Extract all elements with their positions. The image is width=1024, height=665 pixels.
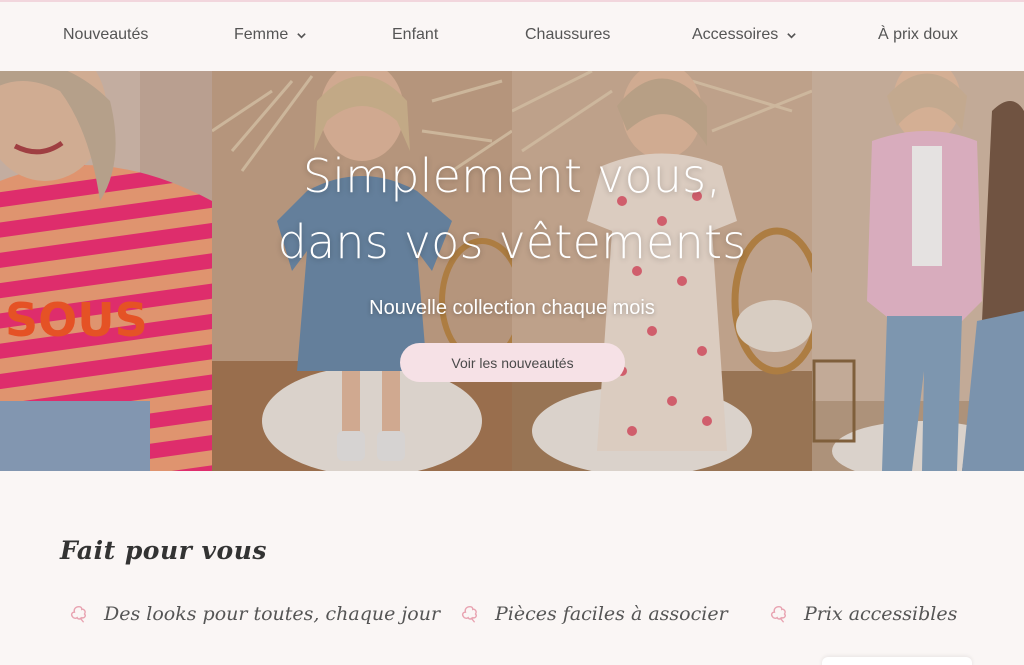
cotton-flower-icon [461, 605, 477, 623]
hero-title-line-2: dans vos vêtements [277, 215, 747, 269]
nav-item-prix-doux[interactable]: À prix doux [878, 26, 958, 44]
nav-item-femme[interactable]: Femme [234, 26, 307, 44]
nav-item-enfant[interactable]: Enfant [392, 26, 438, 44]
chevron-down-icon [297, 32, 306, 39]
nav-item-label: Enfant [392, 26, 439, 43]
features-title: Fait pour vous [60, 536, 267, 565]
feature-item-prix: Prix accessibles [768, 603, 957, 625]
nav-item-label: Nouveautés [63, 26, 149, 43]
nav-item-label: Accessoires [692, 26, 779, 43]
main-navigation: Nouveautés Femme Enfant Chaussures Acces… [0, 2, 1024, 71]
nav-item-nouveautes[interactable]: Nouveautés [63, 26, 148, 44]
feature-label: Pièces faciles à associer [495, 603, 728, 625]
cotton-flower-icon [70, 605, 86, 623]
new-arrivals-button[interactable]: Voir les nouveautés [400, 343, 625, 382]
feature-item-looks: Des looks pour toutes, chaque jour [68, 603, 440, 625]
nav-item-label: Chaussures [525, 26, 611, 43]
feature-label: Prix accessibles [804, 603, 958, 625]
chat-widget-tab[interactable] [822, 657, 972, 665]
nav-item-label: Femme [234, 26, 289, 43]
hero-banner: SOUS Simplement vous, dans vos vêtements… [0, 71, 1024, 471]
nav-item-chaussures[interactable]: Chaussures [525, 26, 610, 44]
chevron-down-icon [787, 32, 797, 39]
nav-item-accessoires[interactable]: Accessoires [692, 26, 797, 44]
feature-label: Des looks pour toutes, chaque jour [104, 603, 441, 625]
cotton-flower-icon [770, 605, 786, 623]
feature-item-pieces: Pièces faciles à associer [459, 603, 728, 625]
hero-title: Simplement vous, dans vos vêtements [0, 143, 1024, 275]
hero-title-line-1: Simplement vous, [302, 149, 722, 203]
nav-item-label: À prix doux [878, 26, 959, 43]
hero-subtitle: Nouvelle collection chaque mois [369, 297, 655, 319]
